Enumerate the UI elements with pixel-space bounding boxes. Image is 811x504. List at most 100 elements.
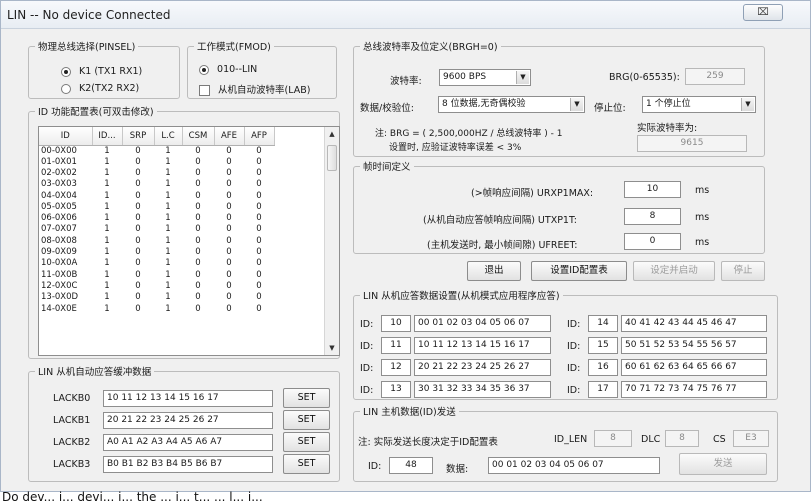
slave-left-data-input[interactable]: 00 01 02 03 04 05 06 07 xyxy=(414,315,551,332)
table-scrollbar[interactable]: ▲ ▼ xyxy=(324,127,339,355)
slave-left-id-input[interactable]: 12 xyxy=(381,359,411,376)
col-header-csm[interactable]: CSM xyxy=(182,127,215,146)
master-data-input[interactable]: 00 01 02 03 04 05 06 07 xyxy=(488,457,660,474)
scroll-up-icon[interactable]: ▲ xyxy=(325,127,339,141)
table-row[interactable]: 13-0X0D 1 0 1 0 0 0 xyxy=(39,292,274,303)
ufreet-input[interactable]: 0 xyxy=(624,233,681,250)
col-header-id-len[interactable]: ID... xyxy=(92,127,123,146)
col-header-afp[interactable]: AFP xyxy=(244,127,275,146)
table-cell: 0 xyxy=(135,190,141,201)
table-cell: 0 xyxy=(135,303,141,314)
lackb2-input[interactable]: A0 A1 A2 A3 A4 A5 A6 A7 xyxy=(103,434,273,451)
stop-bit-select[interactable]: 1 个停止位 ▼ xyxy=(642,96,756,113)
mode-radio-lin[interactable]: 010--LIN xyxy=(199,64,257,75)
brg-input[interactable]: 259 xyxy=(685,68,745,85)
lackb0-set-button[interactable]: SET xyxy=(283,388,330,408)
table-row[interactable]: 06-0X06 1 0 1 0 0 0 xyxy=(39,213,274,224)
table-row[interactable]: 02-0X02 1 0 1 0 0 0 xyxy=(39,168,274,179)
data-parity-value: 8 位数据,无奇偶校验 xyxy=(442,99,526,109)
master-id-label: ID: xyxy=(368,461,382,472)
table-row[interactable]: 10-0X0A 1 0 1 0 0 0 xyxy=(39,258,274,269)
slave-left-data-input[interactable]: 20 21 22 23 24 25 26 27 xyxy=(414,359,551,376)
utxp1t-label: (从机自动应答帧响应间隔) UTXP1T: xyxy=(423,215,577,226)
table-cell: 1 xyxy=(104,247,110,258)
urxp1max-label: (>帧响应间隔) URXP1MAX: xyxy=(471,188,594,199)
table-cell: 0 xyxy=(135,201,141,212)
window-title: LIN -- No device Connected xyxy=(7,8,171,22)
table-cell: 0 xyxy=(195,213,201,224)
data-parity-select[interactable]: 8 位数据,无奇偶校验 ▼ xyxy=(438,96,585,113)
slave-right-id-input[interactable]: 15 xyxy=(588,337,618,354)
table-cell: 1 xyxy=(165,156,171,167)
bus-option-k1-label: K1 (TX1 RX1) xyxy=(79,66,143,77)
table-cell: 1 xyxy=(104,190,110,201)
table-cell: 0 xyxy=(135,145,141,156)
table-cell: 01-0X01 xyxy=(41,156,77,167)
send-button[interactable]: 发送 xyxy=(679,453,767,475)
bus-option-k1[interactable]: K1 (TX1 RX1) xyxy=(61,66,142,77)
brg-label: BRG(0-65535): xyxy=(609,72,680,83)
lackb1-input[interactable]: 20 21 22 23 24 25 26 27 xyxy=(103,412,273,429)
physical-bus-legend: 物理总线选择(PINSEL) xyxy=(38,42,136,53)
table-row[interactable]: 11-0X0B 1 0 1 0 0 0 xyxy=(39,269,274,280)
bus-option-k2[interactable]: K2(TX2 RX2) xyxy=(61,83,139,94)
stop-button[interactable]: 停止 xyxy=(721,261,765,281)
table-row[interactable]: 01-0X01 1 0 1 0 0 0 xyxy=(39,157,274,168)
table-row[interactable]: 08-0X08 1 0 1 0 0 0 xyxy=(39,236,274,247)
utxp1t-input[interactable]: 8 xyxy=(624,208,681,225)
table-cell: 0 xyxy=(195,258,201,269)
slave-left-data-input[interactable]: 30 31 32 33 34 35 36 37 xyxy=(414,381,551,398)
table-row[interactable]: 00-0X00 1 0 1 0 0 0 xyxy=(39,145,274,157)
slave-right-id-input[interactable]: 17 xyxy=(588,381,618,398)
lackb0-input[interactable]: 10 11 12 13 14 15 16 17 xyxy=(103,390,273,407)
close-button[interactable]: ⌧ xyxy=(743,4,783,21)
table-row[interactable]: 05-0X05 1 0 1 0 0 0 xyxy=(39,202,274,213)
master-id-input[interactable]: 48 xyxy=(389,457,433,474)
scroll-down-icon[interactable]: ▼ xyxy=(325,341,339,355)
table-cell: 1 xyxy=(165,247,171,258)
slave-right-id-input[interactable]: 14 xyxy=(588,315,618,332)
slave-left-id-input[interactable]: 13 xyxy=(381,381,411,398)
scroll-thumb[interactable] xyxy=(327,145,337,171)
urxp1max-input[interactable]: 10 xyxy=(624,181,681,198)
set-and-start-button[interactable]: 设定并启动 xyxy=(633,261,715,281)
col-header-lc[interactable]: L.C xyxy=(154,127,183,146)
table-cell: 0 xyxy=(256,145,262,156)
lackb3-set-button[interactable]: SET xyxy=(283,454,330,474)
baud-rate-select[interactable]: 9600 BPS ▼ xyxy=(439,69,531,86)
lackb3-input[interactable]: B0 B1 B2 B3 B4 B5 B6 B7 xyxy=(103,456,273,473)
col-header-id[interactable]: ID xyxy=(39,127,93,146)
col-header-srp[interactable]: SRP xyxy=(122,127,155,146)
table-cell: 0 xyxy=(135,213,141,224)
table-cell: 0 xyxy=(195,235,201,246)
col-header-afe[interactable]: AFE xyxy=(214,127,245,146)
set-id-config-button[interactable]: 设置ID配置表 xyxy=(531,261,627,281)
slave-right-data-input[interactable]: 50 51 52 53 54 55 56 57 xyxy=(621,337,767,354)
slave-right-id-input[interactable]: 16 xyxy=(588,359,618,376)
table-row[interactable]: 03-0X03 1 0 1 0 0 0 xyxy=(39,179,274,190)
slave-response-legend: LIN 从机应答数据设置(从机模式应用程序应答) xyxy=(363,291,560,302)
slave-left-id-input[interactable]: 11 xyxy=(381,337,411,354)
id-config-table[interactable]: ID ID... SRP L.C CSM AFE AFP 00-0X00 1 0 1 0… xyxy=(38,126,340,356)
baud-legend: 总线波特率及位定义(BRGH=0) xyxy=(363,42,498,53)
slave-right-data-input[interactable]: 70 71 72 73 74 75 76 77 xyxy=(621,381,767,398)
table-row[interactable]: 07-0X07 1 0 1 0 0 0 xyxy=(39,224,274,235)
actual-baud-label: 实际波特率为: xyxy=(637,123,698,134)
table-row[interactable]: 12-0X0C 1 0 1 0 0 0 xyxy=(39,281,274,292)
slave-left-data-input[interactable]: 10 11 12 13 14 15 16 17 xyxy=(414,337,551,354)
exit-button[interactable]: 退出 xyxy=(467,261,521,281)
table-row[interactable]: 04-0X04 1 0 1 0 0 0 xyxy=(39,190,274,201)
table-cell: 0 xyxy=(226,145,232,156)
slave-right-id-label: ID: xyxy=(567,341,581,352)
table-row[interactable]: 14-0X0E 1 0 1 0 0 0 xyxy=(39,303,274,314)
slave-right-data-input[interactable]: 60 61 62 63 64 65 66 67 xyxy=(621,359,767,376)
slave-left-id-label: ID: xyxy=(360,319,374,330)
slave-left-id-input[interactable]: 10 xyxy=(381,315,411,332)
table-cell: 1 xyxy=(104,145,110,156)
lackb2-set-button[interactable]: SET xyxy=(283,432,330,452)
table-row[interactable]: 09-0X09 1 0 1 0 0 0 xyxy=(39,247,274,258)
slave-auto-baud-checkbox[interactable]: 从机自动波特率(LAB) xyxy=(199,82,310,96)
slave-right-data-input[interactable]: 40 41 42 43 44 45 46 47 xyxy=(621,315,767,332)
lackb1-set-button[interactable]: SET xyxy=(283,410,330,430)
table-cell: 1 xyxy=(104,292,110,303)
